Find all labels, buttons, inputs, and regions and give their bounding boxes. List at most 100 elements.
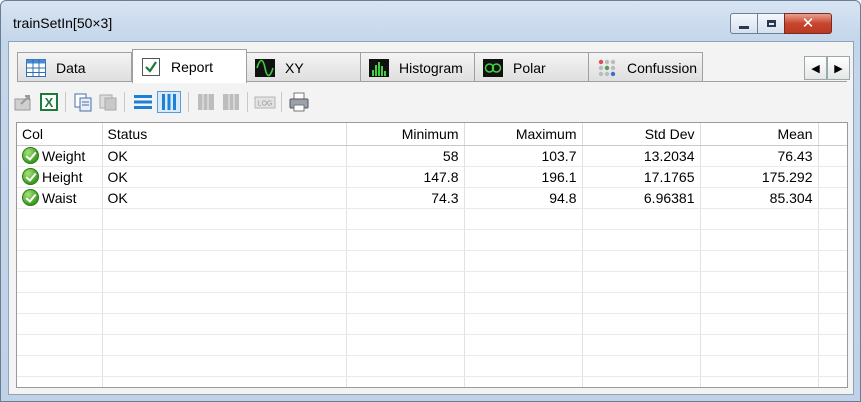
cell-status: OK bbox=[102, 187, 347, 209]
histogram-icon bbox=[369, 58, 389, 77]
minimize-icon bbox=[739, 25, 749, 29]
maximize-icon bbox=[766, 20, 776, 27]
svg-text:X: X bbox=[45, 95, 54, 110]
empty-row bbox=[17, 334, 847, 356]
cell-col-text: Height bbox=[42, 169, 83, 185]
table-row[interactable]: Waist OK 74.3 94.8 6.96381 85.304 bbox=[17, 187, 847, 209]
column-header-col[interactable]: Col bbox=[17, 123, 103, 146]
tab-data[interactable]: Data bbox=[17, 52, 132, 82]
column-view-icon[interactable] bbox=[157, 91, 181, 113]
column-header-filler bbox=[818, 123, 847, 146]
tab-label: Histogram bbox=[399, 59, 463, 76]
report-window: trainSetIn[50×3] ✕ Data Report XY Histog… bbox=[0, 0, 861, 402]
toolbar-separator bbox=[188, 92, 189, 112]
export-icon[interactable] bbox=[12, 91, 34, 113]
tab-label: XY bbox=[285, 59, 304, 76]
close-button[interactable]: ✕ bbox=[784, 13, 832, 34]
cell-maximum: 94.8 bbox=[464, 187, 583, 209]
client-area: Data Report XY Histogram Polar Confussio… bbox=[8, 41, 854, 395]
toolbar-separator bbox=[247, 92, 248, 112]
cell-minimum: 147.8 bbox=[346, 166, 465, 188]
tab-report[interactable]: Report bbox=[132, 49, 247, 83]
tab-scroll-right-button[interactable]: ▶ bbox=[827, 56, 850, 80]
tab-scroll-buttons: ◀ ▶ bbox=[804, 56, 852, 82]
cell-minimum: 58 bbox=[346, 145, 465, 167]
ok-check-icon bbox=[22, 168, 39, 185]
tab-strip: Data Report XY Histogram Polar Confussio… bbox=[17, 49, 847, 83]
confusion-matrix-icon bbox=[598, 59, 616, 76]
arrow-right-icon: ▶ bbox=[834, 62, 843, 75]
svg-text:LOG: LOG bbox=[258, 101, 273, 108]
checkbox-icon bbox=[142, 57, 160, 76]
minimize-button[interactable] bbox=[730, 13, 758, 34]
cell-col: Waist bbox=[17, 187, 103, 209]
empty-row bbox=[17, 313, 847, 335]
cell-maximum: 103.7 bbox=[464, 145, 583, 167]
empty-row bbox=[17, 229, 847, 251]
cell-mean: 175.292 bbox=[700, 166, 819, 188]
cell-std-dev: 13.2034 bbox=[582, 145, 701, 167]
report-grid[interactable]: Col Status Minimum Maximum Std Dev Mean … bbox=[16, 122, 848, 388]
tab-xy[interactable]: XY bbox=[246, 52, 361, 82]
table-row[interactable]: Height OK 147.8 196.1 17.1765 175.292 bbox=[17, 166, 847, 188]
ok-check-icon bbox=[22, 189, 39, 206]
cell-filler bbox=[818, 166, 847, 188]
tab-label: Confussion bbox=[627, 59, 698, 76]
print-icon[interactable] bbox=[288, 91, 310, 113]
table-icon bbox=[26, 58, 46, 77]
column-header-maximum[interactable]: Maximum bbox=[464, 123, 583, 146]
polar-icon bbox=[483, 58, 503, 77]
window-title: trainSetIn[50×3] bbox=[13, 15, 113, 31]
empty-row bbox=[17, 271, 847, 293]
toolbar-separator bbox=[124, 92, 125, 112]
bar-icon[interactable] bbox=[220, 91, 242, 113]
close-icon: ✕ bbox=[801, 14, 815, 32]
empty-row bbox=[17, 355, 847, 377]
sine-wave-icon bbox=[255, 58, 275, 77]
tab-histogram[interactable]: Histogram bbox=[360, 52, 475, 82]
toolbar-separator bbox=[65, 92, 66, 112]
ok-check-icon bbox=[22, 147, 39, 164]
cell-col-text: Waist bbox=[42, 190, 77, 206]
cell-std-dev: 6.96381 bbox=[582, 187, 701, 209]
list-view-icon[interactable] bbox=[132, 91, 154, 113]
column-header-std-dev[interactable]: Std Dev bbox=[582, 123, 701, 146]
cell-col: Weight bbox=[17, 145, 103, 167]
cell-filler bbox=[818, 187, 847, 209]
bar-icon[interactable] bbox=[195, 91, 217, 113]
empty-row bbox=[17, 250, 847, 272]
tab-scroll-left-button[interactable]: ◀ bbox=[804, 56, 827, 80]
cell-col-text: Weight bbox=[42, 148, 86, 164]
cell-maximum: 196.1 bbox=[464, 166, 583, 188]
tab-label: Polar bbox=[513, 59, 546, 76]
toolbar: X LOG bbox=[12, 89, 842, 115]
maximize-button[interactable] bbox=[757, 13, 785, 34]
cell-col: Height bbox=[17, 166, 103, 188]
empty-row bbox=[17, 376, 847, 387]
log-icon[interactable]: LOG bbox=[254, 91, 276, 113]
table-row[interactable]: Weight OK 58 103.7 13.2034 76.43 bbox=[17, 145, 847, 167]
tab-label: Data bbox=[56, 59, 86, 76]
tab-label: Report bbox=[171, 58, 214, 75]
toolbar-separator bbox=[281, 92, 282, 112]
copy-chart-icon[interactable] bbox=[97, 91, 119, 113]
table-header-row: Col Status Minimum Maximum Std Dev Mean bbox=[17, 123, 847, 146]
tab-polar[interactable]: Polar bbox=[474, 52, 589, 82]
tab-confussion[interactable]: Confussion bbox=[588, 52, 703, 82]
cell-mean: 76.43 bbox=[700, 145, 819, 167]
cell-std-dev: 17.1765 bbox=[582, 166, 701, 188]
cell-status: OK bbox=[102, 166, 347, 188]
report-table: Col Status Minimum Maximum Std Dev Mean … bbox=[17, 123, 847, 387]
cell-mean: 85.304 bbox=[700, 187, 819, 209]
excel-icon[interactable]: X bbox=[38, 91, 60, 113]
empty-row bbox=[17, 208, 847, 230]
column-header-minimum[interactable]: Minimum bbox=[346, 123, 465, 146]
copy-icon[interactable] bbox=[72, 91, 94, 113]
column-header-status[interactable]: Status bbox=[102, 123, 347, 146]
empty-row bbox=[17, 292, 847, 314]
cell-filler bbox=[818, 145, 847, 167]
cell-status: OK bbox=[102, 145, 347, 167]
title-bar[interactable]: trainSetIn[50×3] ✕ bbox=[1, 1, 860, 41]
column-header-mean[interactable]: Mean bbox=[700, 123, 819, 146]
arrow-left-icon: ◀ bbox=[811, 62, 820, 75]
